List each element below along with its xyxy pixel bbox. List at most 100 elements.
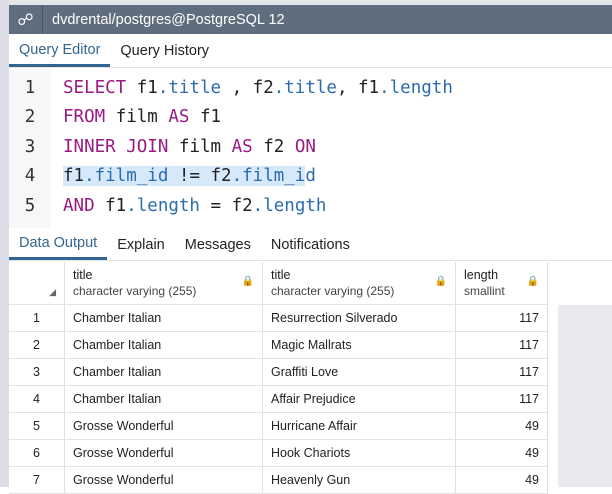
column-type: character varying (255): [73, 284, 197, 298]
column-header[interactable]: length smallint 🔒: [456, 262, 548, 304]
code-token: film: [168, 136, 232, 157]
code-token: f1: [189, 107, 222, 127]
code-text: AND f1.length = f2.length: [51, 196, 326, 216]
line-number: 1: [24, 77, 36, 98]
table-cell[interactable]: Chamber Italian: [65, 332, 263, 358]
row-number[interactable]: 3: [9, 359, 65, 385]
table-row[interactable]: 1 Chamber Italian Resurrection Silverado 11…: [9, 305, 548, 332]
table-cell[interactable]: Grosse Wonderful: [65, 467, 263, 493]
code-token: != f2: [168, 166, 232, 186]
code-token: .title: [273, 77, 337, 98]
lock-icon: 🔒: [241, 276, 254, 287]
column-type: character varying (255): [271, 284, 395, 298]
code-line[interactable]: 4 f1.film_id != f2.film_id: [9, 162, 316, 191]
table-cell[interactable]: Heavenly Gun: [263, 467, 456, 493]
code-token: film: [105, 107, 169, 127]
code-text: f1.film_id != f2.film_id: [51, 166, 316, 186]
code-line[interactable]: 5 AND f1.length = f2.length: [9, 191, 327, 220]
code-token: f2: [252, 136, 295, 157]
code-text: INNER JOIN film AS f2 ON: [51, 137, 316, 157]
line-number: 4: [24, 166, 36, 186]
grid-header: ◢ title character varying (255) 🔒 title cha…: [9, 262, 548, 305]
code-line[interactable]: 2 FROM film AS f1: [9, 103, 221, 132]
column-header[interactable]: title character varying (255) 🔒: [263, 262, 456, 304]
code-token: ON: [294, 136, 316, 157]
column-type: smallint: [464, 284, 505, 298]
tab-notifications[interactable]: Notifications: [261, 229, 360, 260]
table-cell[interactable]: Grosse Wonderful: [65, 440, 263, 466]
table-row[interactable]: 3 Chamber Italian Graffiti Love 117: [9, 359, 548, 386]
column-header[interactable]: title character varying (255) 🔒: [65, 262, 263, 304]
table-cell[interactable]: Grosse Wonderful: [65, 413, 263, 439]
code-token: .length: [379, 77, 453, 98]
column-name: title: [271, 268, 291, 282]
table-cell[interactable]: Hurricane Affair: [263, 413, 456, 439]
table-row[interactable]: 7 Grosse Wonderful Heavenly Gun 49: [9, 467, 548, 494]
table-cell[interactable]: 117: [456, 305, 548, 331]
table-cell[interactable]: 49: [456, 413, 548, 439]
tab-messages[interactable]: Messages: [175, 229, 261, 260]
code-text: FROM film AS f1: [51, 107, 221, 127]
code-line[interactable]: 3 INNER JOIN film AS f2 ON: [9, 132, 316, 161]
code-token: , f1: [336, 77, 380, 98]
sql-editor[interactable]: 1 SELECT f1.title , f2.title, f1.length 2 F…: [9, 69, 612, 228]
table-cell[interactable]: 49: [456, 467, 548, 493]
tab-query-history[interactable]: Query History: [110, 35, 219, 67]
table-cell[interactable]: Resurrection Silverado: [263, 305, 456, 331]
table-cell[interactable]: Chamber Italian: [65, 359, 263, 385]
grid-header-filler: [558, 262, 612, 305]
row-number[interactable]: 1: [9, 305, 65, 331]
table-row[interactable]: 2 Chamber Italian Magic Mallrats 117: [9, 332, 548, 359]
code-token: .film_i: [231, 166, 306, 186]
editor-tabs: Query Editor Query History: [9, 35, 612, 68]
lock-icon: 🔒: [526, 276, 539, 287]
line-number: 2: [24, 107, 36, 127]
column-name: length: [464, 268, 499, 282]
lock-icon: 🔒: [434, 276, 447, 287]
connection-icon[interactable]: ☍: [9, 5, 43, 34]
connection-title: dvdrental/postgres@PostgreSQL 12: [52, 11, 285, 28]
line-number: 3: [24, 136, 36, 157]
row-number[interactable]: 4: [9, 386, 65, 412]
code-token: .film_id: [84, 166, 169, 186]
code-token: = f2: [199, 195, 253, 216]
code-token: FROM: [63, 107, 106, 127]
row-number[interactable]: 7: [9, 467, 65, 493]
table-cell[interactable]: Chamber Italian: [65, 305, 263, 331]
table-cell[interactable]: 117: [456, 386, 548, 412]
tab-query-editor[interactable]: Query Editor: [9, 35, 111, 67]
table-row[interactable]: 5 Grosse Wonderful Hurricane Affair 49: [9, 413, 548, 440]
table-cell[interactable]: Graffiti Love: [263, 359, 456, 385]
table-row[interactable]: 6 Grosse Wonderful Hook Chariots 49: [9, 440, 548, 467]
tab-data-output[interactable]: Data Output: [9, 229, 108, 260]
table-cell[interactable]: 117: [456, 332, 548, 358]
table-cell[interactable]: Chamber Italian: [65, 386, 263, 412]
data-grid: ◢ title character varying (255) 🔒 title cha…: [9, 262, 548, 494]
left-border: [0, 0, 9, 487]
code-token: , f2: [221, 77, 274, 98]
line-number: 5: [24, 195, 36, 216]
table-cell[interactable]: 117: [456, 359, 548, 385]
code-token: f1: [63, 166, 85, 186]
code-token: f1: [126, 77, 158, 98]
code-token: SELECT: [63, 77, 127, 98]
code-token: f1: [94, 195, 127, 216]
table-row[interactable]: 4 Chamber Italian Affair Prejudice 117: [9, 386, 548, 413]
tab-explain[interactable]: Explain: [107, 229, 175, 260]
table-cell[interactable]: Magic Mallrats: [263, 332, 456, 358]
code-token: AS: [231, 136, 253, 157]
row-number[interactable]: 5: [9, 413, 65, 439]
code-token: d: [305, 166, 316, 186]
output-tabs: Data Output Explain Messages Notificatio…: [9, 229, 612, 261]
table-cell[interactable]: 49: [456, 440, 548, 466]
row-number[interactable]: 6: [9, 440, 65, 466]
table-cell[interactable]: Hook Chariots: [263, 440, 456, 466]
select-all-corner[interactable]: ◢: [9, 262, 65, 304]
code-token: .title: [157, 77, 222, 98]
table-cell[interactable]: Affair Prejudice: [263, 386, 456, 412]
code-token: INNER JOIN: [63, 136, 169, 157]
code-line[interactable]: 1 SELECT f1.title , f2.title, f1.length: [9, 73, 453, 102]
row-number[interactable]: 2: [9, 332, 65, 358]
code-token: .length: [126, 195, 200, 216]
column-name: title: [73, 268, 93, 282]
